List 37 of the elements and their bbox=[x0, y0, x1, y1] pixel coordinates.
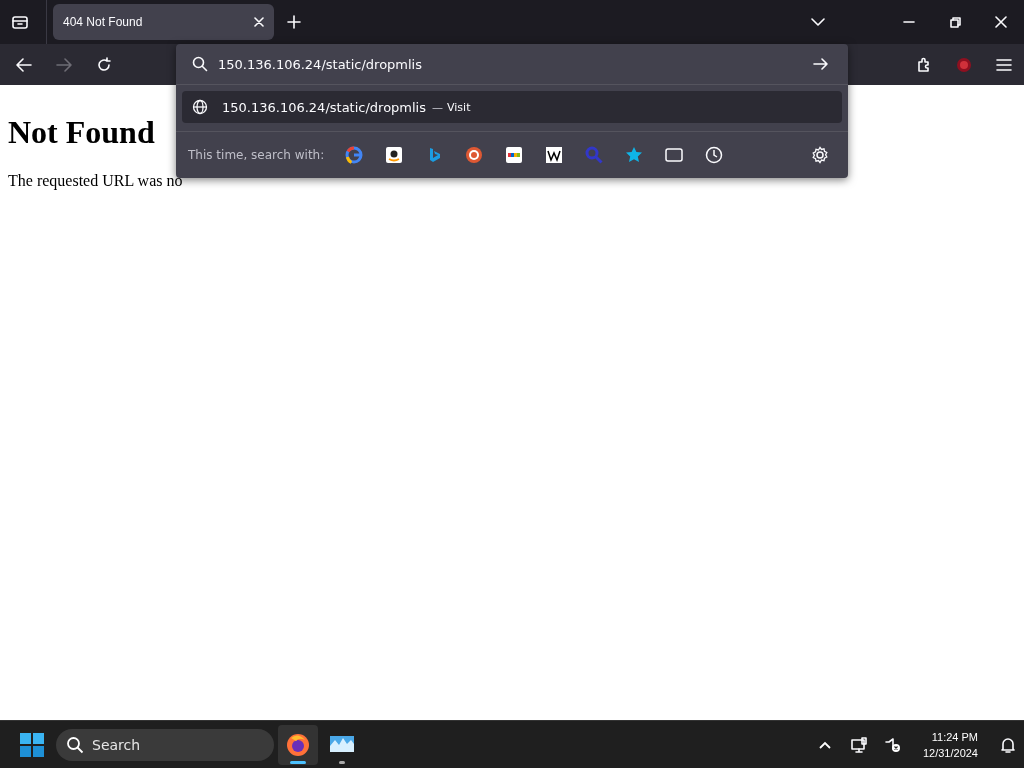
page-heading: Not Found bbox=[8, 114, 156, 151]
taskbar-app[interactable] bbox=[278, 724, 318, 765]
tray-icon bbox=[11, 13, 29, 31]
encyclopedia-icon bbox=[545, 146, 564, 164]
tab-icon bbox=[665, 146, 684, 164]
chevron-down-icon bbox=[811, 18, 825, 26]
forward-arrow-icon bbox=[56, 56, 72, 73]
search-with-label: This time, search with: bbox=[188, 148, 325, 162]
reload-icon bbox=[96, 56, 112, 73]
clock-button[interactable]: 11:24 PM 12/31/2024 bbox=[922, 724, 978, 765]
arrow-right-icon bbox=[812, 57, 828, 71]
globe-icon bbox=[192, 99, 208, 115]
search-icon bbox=[192, 56, 208, 72]
chevron-up-icon bbox=[818, 740, 831, 749]
browser-tab[interactable]: 404 Not Found bbox=[53, 4, 274, 40]
puzzle-icon bbox=[916, 56, 932, 73]
clock-icon bbox=[705, 146, 724, 164]
taskbar-search[interactable]: Search bbox=[56, 728, 274, 761]
address-field[interactable]: 150.136.106.24/static/dropmlis bbox=[218, 49, 800, 79]
menu-icon bbox=[996, 57, 1012, 72]
magnifier-icon bbox=[585, 146, 604, 164]
bell-icon bbox=[1000, 736, 1016, 753]
monitor-icon bbox=[850, 736, 867, 753]
start-button[interactable] bbox=[18, 730, 46, 759]
colored-g-ring-icon bbox=[345, 146, 364, 164]
settings-icon bbox=[811, 146, 829, 164]
close-icon bbox=[995, 16, 1007, 28]
windows-icon bbox=[18, 730, 46, 759]
star-icon bbox=[625, 146, 644, 164]
back-arrow-icon bbox=[16, 56, 32, 73]
close-icon bbox=[254, 17, 264, 27]
restore-icon bbox=[949, 16, 961, 28]
plus-icon bbox=[287, 15, 301, 29]
search-icon bbox=[66, 735, 84, 754]
error-message: The requested URL was no bbox=[8, 172, 184, 190]
minimize-icon bbox=[903, 21, 915, 23]
suggestion-row[interactable]: 150.136.106.24/static/dropmlis — Visit bbox=[182, 91, 842, 123]
